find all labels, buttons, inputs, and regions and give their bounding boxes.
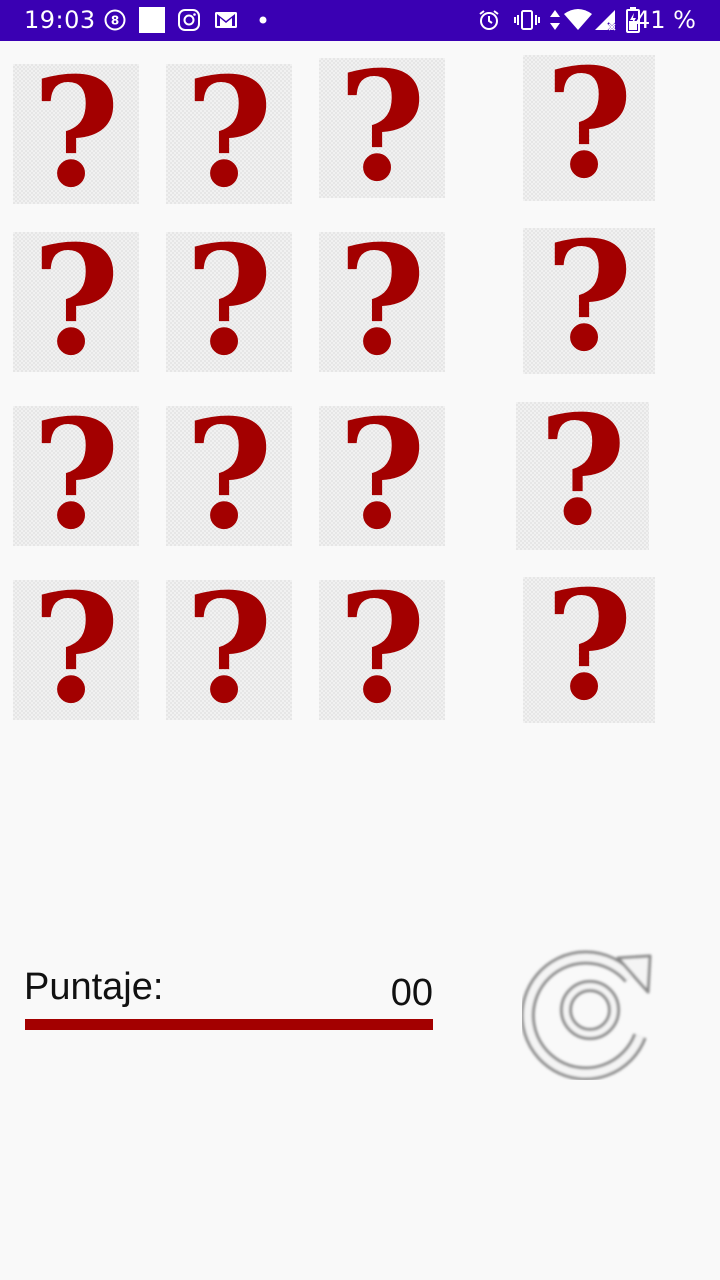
memory-card[interactable]: ? (523, 49, 655, 201)
score-underline (25, 1019, 433, 1030)
svg-text:8: 8 (111, 14, 119, 28)
question-mark-icon: ? (545, 209, 633, 385)
memory-card[interactable]: ? (523, 571, 655, 723)
question-mark-icon: ? (185, 45, 273, 221)
memory-card[interactable]: ? (319, 226, 445, 376)
status-time: 19:03 (24, 6, 96, 34)
memory-card[interactable]: ? (523, 222, 655, 374)
question-mark-icon: ? (32, 213, 120, 389)
notification-8-icon: 8 (104, 9, 126, 31)
memory-card[interactable]: ? (166, 58, 292, 208)
question-mark-icon: ? (338, 561, 426, 737)
restart-button[interactable] (520, 940, 658, 1081)
question-mark-icon: ? (545, 558, 633, 734)
memory-card[interactable]: ? (166, 574, 292, 724)
memory-card[interactable]: ? (166, 400, 292, 550)
alarm-icon (479, 10, 499, 30)
question-mark-icon: ? (538, 383, 627, 559)
question-mark-icon: ? (185, 561, 273, 737)
restart-icon (520, 950, 652, 1081)
battery-percent: 41 % (635, 6, 696, 34)
instagram-icon (178, 9, 200, 31)
signal-icon (595, 10, 617, 31)
question-mark-icon: ? (32, 561, 120, 737)
question-mark-icon: ? (338, 213, 426, 389)
white-square-icon (139, 7, 165, 33)
question-mark-icon: ? (185, 213, 273, 389)
memory-card[interactable]: ? (13, 574, 139, 724)
question-mark-icon: ? (338, 387, 426, 563)
memory-card[interactable]: ? (319, 400, 445, 550)
memory-card[interactable]: ? (319, 574, 445, 724)
score-label: Puntaje: (24, 966, 164, 1008)
question-mark-icon: ? (338, 39, 426, 215)
question-mark-icon: ? (545, 36, 633, 212)
score-value: 00 (390, 972, 433, 1014)
memory-card[interactable]: ? (13, 400, 139, 550)
question-mark-icon: ? (32, 387, 120, 563)
memory-card[interactable]: ? (13, 226, 139, 376)
question-mark-icon: ? (185, 387, 273, 563)
vibrate-icon (514, 10, 540, 30)
question-mark-icon: ? (32, 45, 120, 221)
status-bar: 19:03 8 41 % (0, 0, 720, 41)
memory-card[interactable]: ? (13, 58, 139, 208)
memory-card[interactable]: ? (516, 396, 649, 550)
dot-icon (259, 16, 267, 24)
memory-card[interactable]: ? (319, 52, 445, 202)
game-screen: 19:03 8 41 % ? ? ? ? ? ? ? ? ? ? ? ? ? ?… (0, 0, 720, 1280)
wifi-icon (564, 9, 592, 30)
memory-card[interactable]: ? (166, 226, 292, 376)
data-arrows-icon (550, 10, 560, 30)
gmail-icon (215, 12, 237, 28)
